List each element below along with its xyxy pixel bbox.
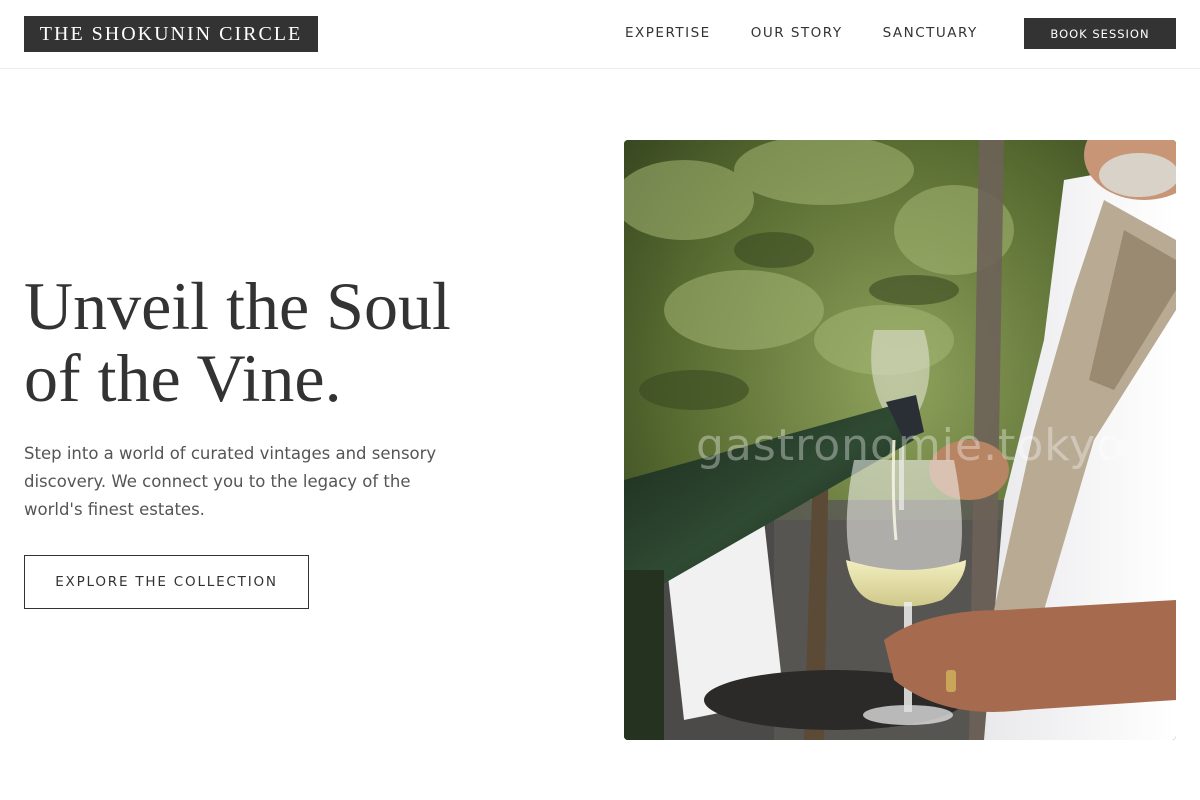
book-session-button[interactable]: BOOK SESSION <box>1024 18 1176 49</box>
brand-logo[interactable]: THE SHOKUNIN CIRCLE <box>24 16 318 52</box>
hero-photo: gastronomie.tokyo <box>624 140 1176 740</box>
main-nav: EXPERTISE OUR STORY SANCTUARY <box>625 23 978 43</box>
site-header: THE SHOKUNIN CIRCLE EXPERTISE OUR STORY … <box>0 0 1200 69</box>
hero-description: Step into a world of curated vintages an… <box>24 444 437 519</box>
hero-title-line-2: of the Vine. <box>24 340 342 416</box>
hero-title-line-1: Unveil the Soul <box>24 268 451 344</box>
hero-title: Unveil the Soul of the Vine. <box>24 270 544 414</box>
wine-pour-illustration <box>624 140 1176 740</box>
nav-link-sanctuary[interactable]: SANCTUARY <box>883 23 978 43</box>
explore-collection-button[interactable]: EXPLORE THE COLLECTION <box>24 555 309 609</box>
nav-link-expertise[interactable]: EXPERTISE <box>625 23 711 43</box>
nav-link-our-story[interactable]: OUR STORY <box>751 23 843 43</box>
